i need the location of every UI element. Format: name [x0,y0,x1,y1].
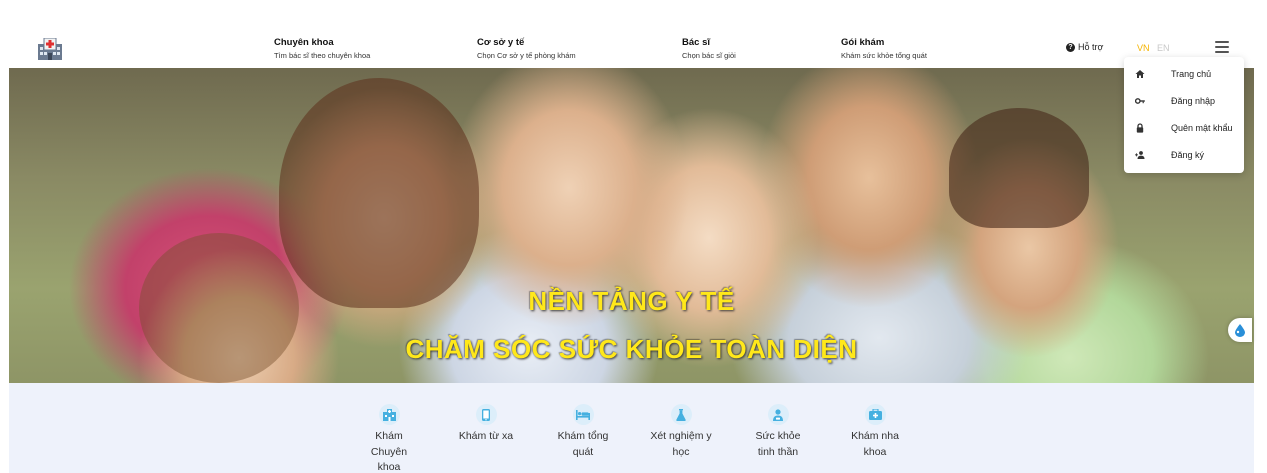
flask-icon [670,404,692,425]
nav-goi-kham[interactable]: Gói khám Khám sức khỏe tổng quát [841,37,927,62]
phone-icon [475,404,497,425]
service-kham-nha-khoa[interactable]: Khám nha khoa [835,404,915,460]
service-label: Sức khỏe tinh thần [755,430,801,458]
nav-subtitle: Chọn bác sĩ giỏi [682,51,736,60]
service-label: Khám từ xa [458,430,514,442]
hospital-logo-icon[interactable] [38,37,62,60]
service-label: Khám Chuyên khoa [370,430,408,473]
question-circle-icon: ? [1066,42,1075,52]
service-label: Khám tổng quát [557,430,609,458]
key-icon [1135,98,1145,104]
nav-co-so-y-te[interactable]: Cơ sở y tế Chọn Cơ sở y tế phòng khám [477,37,576,62]
menu-item-home[interactable]: Trang chủ [1124,61,1244,87]
chat-widget-button[interactable] [1228,318,1252,342]
hero-photo-shape [279,78,479,308]
menu-item-label: Trang chủ [1171,69,1212,79]
droplet-icon [1235,324,1245,337]
service-kham-tu-xa[interactable]: Khám từ xa [446,404,526,445]
menu-item-forgot-password[interactable]: Quên mật khẩu [1124,115,1244,141]
nav-subtitle: Tìm bác sĩ theo chuyên khoa [274,51,371,60]
service-kham-chuyen-khoa[interactable]: Khám Chuyên khoa [349,404,429,473]
hero-title-line2: CHĂM SÓC SỨC KHỎE TOÀN DIỆN [405,334,858,364]
menu-item-label: Đăng ký [1171,150,1205,160]
hero-photo-shape [949,108,1089,228]
person-icon [767,404,789,425]
nav-title: Gói khám [841,37,885,48]
menu-item-label: Đăng nhập [1171,96,1216,106]
hero-title-line1: NỀN TẢNG Y TẾ [528,286,735,316]
nav-subtitle: Khám sức khỏe tổng quát [841,51,927,60]
nav-title: Cơ sở y tế [477,37,525,48]
lang-en-button[interactable]: EN [1157,43,1170,53]
menu-item-login[interactable]: Đăng nhập [1124,88,1244,114]
service-suc-khoe-tinh-than[interactable]: Sức khỏe tinh thần [738,404,818,460]
support-link[interactable]: ? Hỗ trợ [1066,42,1103,52]
nav-title: Chuyên khoa [274,37,334,48]
user-dropdown-menu: Trang chủ Đăng nhập Quên mật khẩu Đăng k… [1124,57,1244,173]
service-kham-tong-quat[interactable]: Khám tổng quát [543,404,623,460]
nav-bac-si[interactable]: Bác sĩ Chọn bác sĩ giỏi [682,37,736,62]
medkit-icon [864,404,886,425]
service-label: Xét nghiệm y học [650,430,712,458]
bed-icon [572,404,594,425]
support-label: Hỗ trợ [1078,42,1104,52]
service-label: Khám nha khoa [851,430,899,458]
header: Chuyên khoa Tìm bác sĩ theo chuyên khoa … [0,0,1267,68]
home-icon [1135,70,1145,78]
nav-title: Bác sĩ [682,37,710,48]
menu-hamburger-icon[interactable] [1215,41,1229,53]
page: Chuyên khoa Tìm bác sĩ theo chuyên khoa … [0,0,1267,473]
lock-icon [1136,123,1144,133]
hospital-icon [378,404,400,425]
menu-item-label: Quên mật khẩu [1171,123,1233,133]
hero-banner: NỀN TẢNG Y TẾ CHĂM SÓC SỨC KHỎE TOÀN DIỆ… [9,68,1254,383]
services-bar: Khám Chuyên khoa Khám từ xa Khám tổng qu… [9,383,1254,473]
service-xet-nghiem-y-hoc[interactable]: Xét nghiệm y học [641,404,721,460]
lang-vn-button[interactable]: VN [1137,43,1150,53]
nav-chuyen-khoa[interactable]: Chuyên khoa Tìm bác sĩ theo chuyên khoa [274,37,370,62]
menu-item-register[interactable]: Đăng ký [1124,142,1244,168]
user-plus-icon [1135,151,1145,159]
nav-subtitle: Chọn Cơ sở y tế phòng khám [477,51,576,60]
